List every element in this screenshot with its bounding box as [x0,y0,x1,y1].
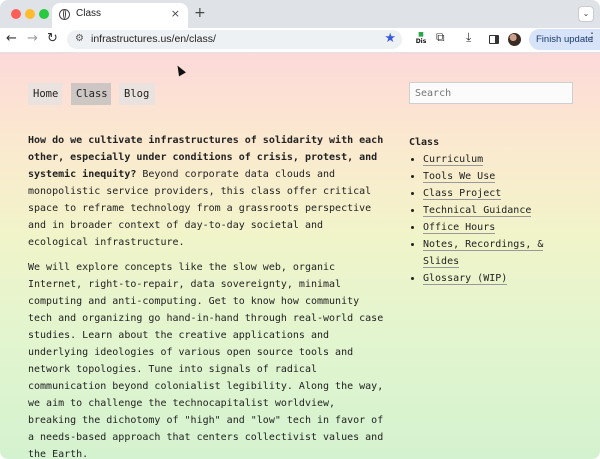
finish-update-label: Finish update [536,34,594,45]
bookmark-star-icon[interactable]: ★ [384,31,396,46]
puzzle-icon[interactable]: ⧉ [436,30,445,45]
sidebar-link-technical-guidance[interactable]: Technical Guidance [423,205,532,217]
reload-icon[interactable]: ↻ [47,31,58,47]
maximize-window-button[interactable] [39,9,49,19]
list-item: Office Hours [423,219,579,236]
tab-search-icon[interactable]: ⌄ [578,6,594,22]
tab-class[interactable]: Class × [52,3,188,28]
tab-title: Class [76,8,102,19]
close-window-button[interactable] [11,9,21,19]
sidebar-title: Class [409,137,440,148]
nav-blog-link[interactable]: Blog [119,83,155,105]
new-tab-button[interactable]: + [194,5,206,21]
concepts-paragraph: We will explore concepts like the slow w… [28,262,384,459]
list-item: Notes, Recordings, & Slides [423,236,579,270]
globe-icon [59,9,70,20]
minimize-window-button[interactable] [25,9,35,19]
sidebar-link-notes[interactable]: Notes, Recordings, & Slides [423,239,544,268]
dis-extension-icon[interactable]: ■ Dis [414,31,428,47]
sidebar-link-curriculum[interactable]: Curriculum [423,154,484,166]
sidebar-link-tools[interactable]: Tools We Use [423,171,496,183]
list-item: Technical Guidance [423,202,579,219]
forward-arrow-icon[interactable]: → [27,31,38,47]
class-sidebar: Class Curriculum Tools We Use Class Proj… [409,134,579,287]
close-tab-icon[interactable]: × [171,7,180,20]
profile-avatar[interactable] [508,33,521,46]
nav-class-link[interactable]: Class [71,83,111,105]
side-panel-icon[interactable] [489,35,499,44]
back-arrow-icon[interactable]: ← [6,31,17,47]
url-text[interactable]: infrastructures.us/en/class/ [91,33,216,45]
sidebar-link-glossary[interactable]: Glossary (WIP) [423,273,508,285]
download-icon[interactable]: ⤓ [466,30,471,45]
nav-home-link[interactable]: Home [28,83,62,105]
search-input[interactable] [409,82,573,104]
sidebar-link-class-project[interactable]: Class Project [423,188,502,200]
list-item: Class Project [423,185,579,202]
intro-paragraph: How do we cultivate infrastructures of s… [28,132,388,251]
browser-toolbar: ← → ↻ ⚙ infrastructures.us/en/class/ ★ ■… [0,28,600,53]
site-info-icon[interactable]: ⚙ [75,33,84,44]
browser-window: Class × + ⌄ ← → ↻ ⚙ infrastructures.us/e… [0,0,600,459]
tab-bar: Class × + ⌄ [0,0,600,28]
web-page: Home Class Blog How do we cultivate infr… [0,53,600,459]
intro-text: Beyond corporate data clouds and monopol… [28,169,372,248]
article-body: How do we cultivate infrastructures of s… [28,132,388,459]
kebab-menu-icon[interactable]: ⋮ [586,30,598,44]
list-item: Curriculum [423,151,579,168]
mouse-cursor-icon [174,63,186,77]
sidebar-link-office-hours[interactable]: Office Hours [423,222,496,234]
sidebar-link-list: Curriculum Tools We Use Class Project Te… [409,151,579,287]
list-item: Glossary (WIP) [423,270,579,287]
dis-extension-label: Dis [415,38,427,45]
list-item: Tools We Use [423,168,579,185]
address-bar[interactable]: ⚙ infrastructures.us/en/class/ ★ [67,30,402,49]
